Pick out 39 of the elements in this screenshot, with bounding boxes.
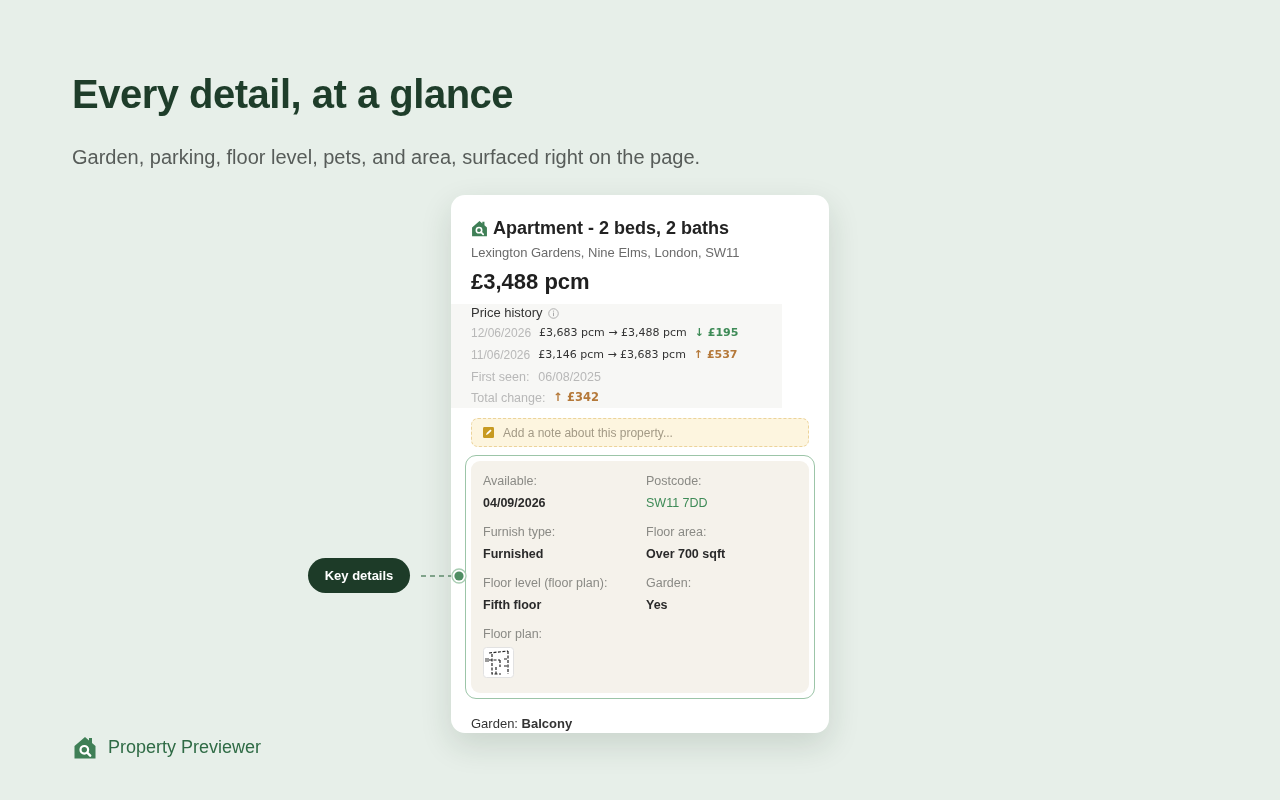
total-change-amount: ↑ £342	[553, 389, 599, 407]
price-change-range: £3,683 pcm → £3,488 pcm	[539, 324, 687, 341]
detail-value: Furnished	[483, 546, 544, 563]
house-search-icon	[73, 735, 97, 760]
listing-price: £3,488 pcm	[471, 268, 591, 296]
key-details-callout: Key details	[308, 558, 410, 593]
info-icon	[547, 307, 559, 319]
price-change-range: £3,146 pcm → £3,683 pcm	[538, 346, 686, 363]
listing-title: Apartment - 2 beds, 2 baths	[493, 217, 730, 240]
detail-label: Floor level (floor plan):	[483, 575, 608, 592]
first-seen-label: First seen:	[471, 368, 530, 386]
detail-value: Fifth floor	[483, 597, 542, 614]
listing-address: Lexington Gardens, Nine Elms, London, SW11	[471, 244, 741, 262]
house-search-icon	[471, 219, 488, 237]
subheadline: Garden, parking, floor level, pets, and area, surfaced right on the page.	[72, 145, 702, 170]
detail-value: Over 700 sqft	[646, 546, 726, 563]
first-seen-date: 06/08/2025	[538, 368, 601, 386]
detail-label: Available:	[483, 473, 537, 490]
total-change-label: Total change:	[471, 389, 546, 407]
postcode-link[interactable]: SW11 7DD	[646, 494, 708, 512]
detail-label: Floor area:	[646, 524, 707, 541]
note-icon	[483, 427, 494, 438]
dashed-connector	[420, 575, 452, 577]
detail-value: Yes	[646, 597, 668, 614]
floor-plan-thumbnail[interactable]	[483, 647, 514, 678]
detail-label: Postcode:	[646, 473, 702, 490]
detail-label: Furnish type:	[483, 524, 556, 541]
detail-value: 04/09/2026	[483, 495, 546, 512]
price-change-amount: ↓ £195	[694, 324, 739, 341]
garden-summary: Garden: Balcony	[471, 715, 574, 733]
change-date: 12/06/2026	[471, 325, 532, 342]
note-field[interactable]: Add a note about this property...	[471, 418, 809, 447]
brand-name: Property Previewer	[108, 736, 262, 759]
change-date: 11/06/2026	[471, 347, 531, 364]
headline: Every detail, at a glance	[72, 71, 515, 118]
price-change-amount: ↑ £537	[693, 346, 738, 363]
detail-label: Garden:	[646, 575, 692, 592]
price-history-title: Price history	[471, 304, 543, 322]
detail-label: Floor plan:	[483, 626, 543, 643]
